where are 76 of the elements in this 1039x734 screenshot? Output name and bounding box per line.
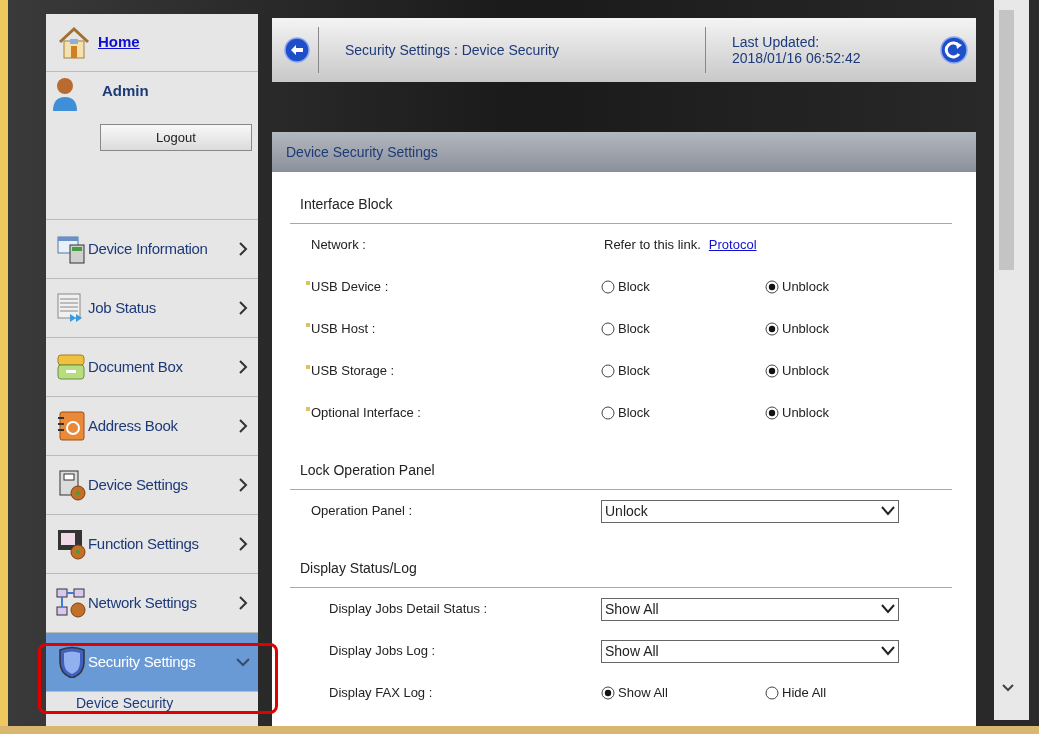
field-label: Network : — [311, 236, 366, 255]
house-icon — [58, 25, 90, 60]
scroll-thumb[interactable] — [999, 10, 1014, 270]
radio-unselected[interactable] — [601, 280, 615, 294]
last-updated-time: 2018/01/16 06:52:42 — [732, 50, 861, 66]
link-hint: Refer to this link. — [604, 236, 701, 255]
last-updated-label: Last Updated: — [732, 34, 821, 50]
radio-unselected[interactable] — [601, 406, 615, 420]
field-label: USB Host : — [311, 320, 376, 339]
radio-label: Block — [618, 404, 650, 423]
network-gear-icon — [56, 587, 88, 619]
radio-label: Show All — [618, 684, 668, 703]
logout-button[interactable]: Logout — [100, 124, 252, 151]
chevron-right-icon — [236, 478, 250, 492]
address-book-icon — [56, 410, 88, 442]
protocol-link[interactable]: Protocol — [708, 235, 757, 255]
radio-selected[interactable] — [601, 686, 615, 700]
radio-selected[interactable] — [765, 322, 779, 336]
chevron-right-icon — [236, 360, 250, 374]
radio-label: Block — [618, 362, 650, 381]
chevron-down-icon — [236, 655, 250, 669]
radio-label: Unblock — [782, 404, 829, 423]
home-link[interactable]: Home — [98, 31, 140, 54]
nav-item[interactable]: Device Information — [46, 220, 258, 279]
caret-down-icon — [881, 506, 895, 516]
field-label: Display Jobs Log : — [329, 642, 436, 661]
printer-gear-icon — [56, 469, 88, 501]
chevron-right-icon — [236, 537, 250, 551]
tray-icon — [56, 351, 88, 383]
radio-label: Unblock — [782, 278, 829, 297]
section-title: Interface Block — [300, 196, 393, 212]
radio-label: Block — [618, 320, 650, 339]
chevron-right-icon — [236, 596, 250, 610]
radio-unselected[interactable] — [601, 322, 615, 336]
radio-label: Unblock — [782, 320, 829, 339]
user-icon — [50, 75, 80, 113]
caret-down-icon — [881, 646, 895, 656]
screen-gear-icon — [56, 528, 88, 560]
radio-label: Block — [618, 278, 650, 297]
radio-unselected[interactable] — [601, 364, 615, 378]
chevron-right-icon — [236, 242, 250, 256]
nav-item[interactable]: Function Settings — [46, 515, 258, 574]
select-field[interactable]: Unlock — [601, 499, 899, 523]
radio-selected[interactable] — [765, 280, 779, 294]
radio-label: Hide All — [782, 684, 827, 703]
back-icon[interactable] — [284, 37, 310, 63]
field-label: USB Device : — [311, 278, 389, 297]
shield-icon — [56, 646, 88, 678]
field-label: Display Jobs Detail Status : — [329, 600, 488, 619]
chevron-right-icon — [236, 419, 250, 433]
radio-unselected[interactable] — [765, 686, 779, 700]
field-label: Display FAX Log : — [329, 684, 433, 703]
radio-label: Unblock — [782, 362, 829, 381]
nav-item[interactable]: Document Box — [46, 338, 258, 397]
caret-down-icon — [881, 604, 895, 614]
select-field[interactable]: Show All — [601, 639, 899, 663]
sub-nav-item[interactable]: Device Security — [76, 696, 174, 710]
section-title: Display Status/Log — [300, 560, 417, 576]
page-title: Security Settings : Device Security — [345, 40, 560, 60]
panel-title: Device Security Settings — [286, 142, 438, 162]
radio-selected[interactable] — [765, 364, 779, 378]
field-label: Operation Panel : — [311, 502, 413, 521]
nav-item[interactable]: Job Status — [46, 279, 258, 338]
window-printer-icon — [56, 233, 88, 265]
field-label: Optional Interface : — [311, 404, 421, 423]
user-name: Admin — [102, 81, 149, 101]
nav-item[interactable]: Device Settings — [46, 456, 258, 515]
scroll-down-icon[interactable] — [1002, 684, 1014, 692]
nav-item[interactable]: Address Book — [46, 397, 258, 456]
field-label: USB Storage : — [311, 362, 395, 381]
scrollbar[interactable] — [994, 0, 1029, 720]
radio-selected[interactable] — [765, 406, 779, 420]
section-title: Lock Operation Panel — [300, 462, 435, 478]
chevron-right-icon — [236, 301, 250, 315]
select-field[interactable]: Show All — [601, 597, 899, 621]
refresh-icon[interactable] — [940, 36, 968, 64]
